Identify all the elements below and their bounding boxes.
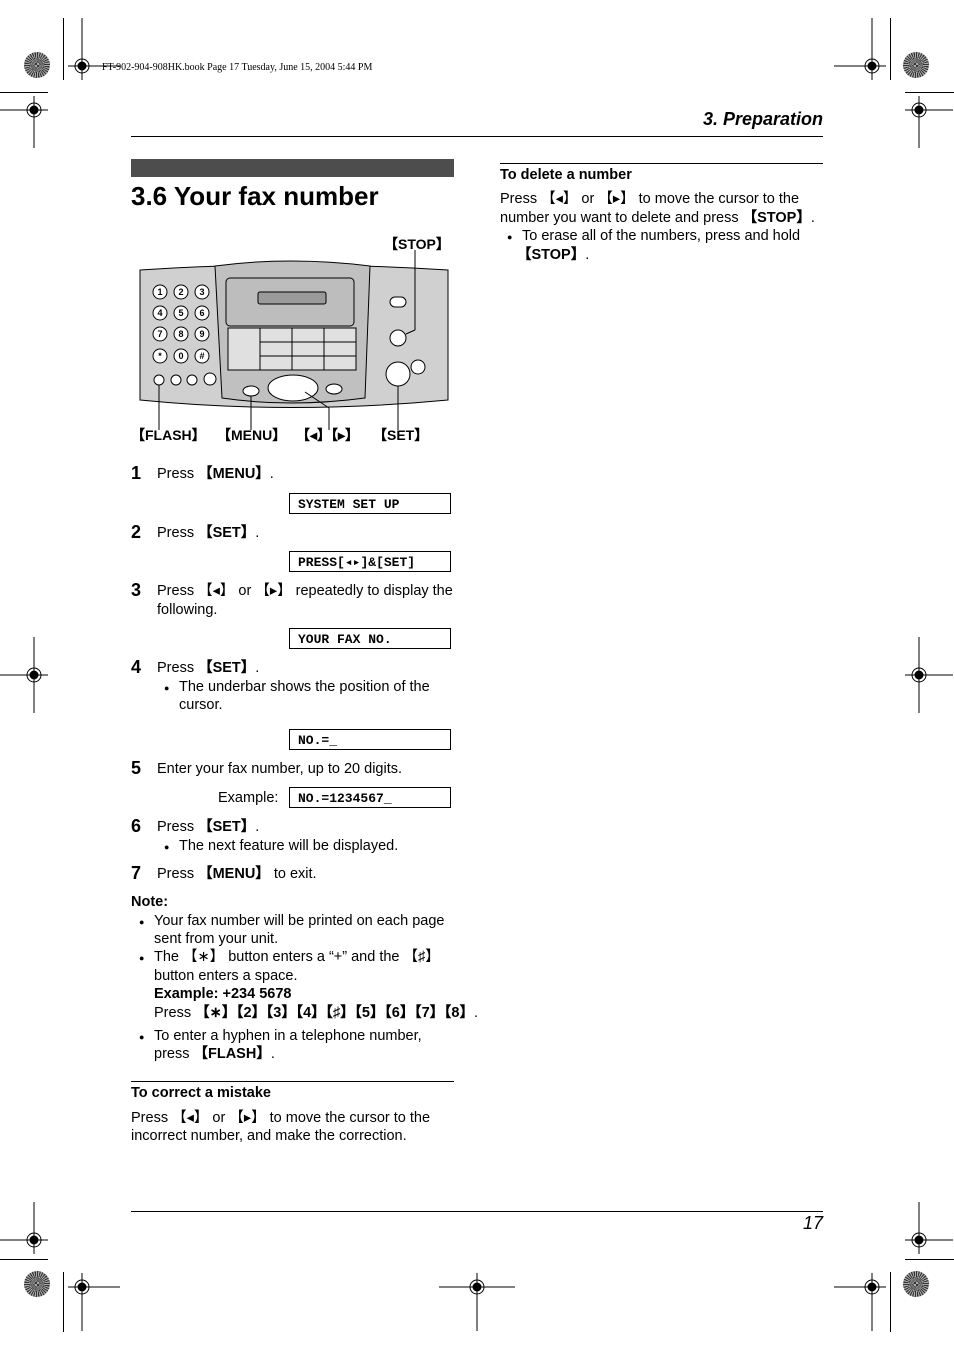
keypad-key: 4 — [157, 308, 162, 318]
display-readout: YOUR FAX NO. — [289, 628, 451, 649]
footer-rule — [131, 1211, 823, 1212]
note-heading: Note: — [131, 894, 169, 910]
title-bar — [131, 159, 454, 177]
keypad-key: 9 — [199, 329, 204, 339]
keypad-key: 7 — [157, 329, 162, 339]
book-info-line: FT-902-904-908HK.book Page 17 Tuesday, J… — [102, 62, 373, 73]
page-number: 17 — [802, 1213, 823, 1233]
flash-label: 【FLASH】 — [131, 427, 206, 443]
keypad-key: 5 — [178, 308, 183, 318]
section-heading: 3. Preparation — [702, 109, 823, 129]
header-rule — [131, 136, 823, 137]
keypad-key: 3 — [199, 287, 204, 297]
page-title: 3.6 Your fax number — [131, 181, 379, 211]
menu-label: 【MENU】 — [217, 427, 287, 443]
keypad-key: # — [199, 351, 204, 361]
set-label: 【SET】 — [373, 427, 429, 443]
display-readout: NO.=_ — [289, 729, 451, 750]
arrow-keys-label: 【◂】【▸】 — [296, 427, 360, 443]
display-readout: NO.=1234567_ — [289, 787, 451, 808]
control-panel-illustration: 1 2 3 4 5 6 7 8 9 * 0 # — [139, 250, 449, 430]
display-readout: PRESS[◂▸]&[SET] — [289, 551, 451, 572]
keypad-key: * — [158, 351, 162, 361]
keypad-key: 6 — [199, 308, 204, 318]
keypad-key: 0 — [178, 351, 183, 361]
keypad-key: 1 — [157, 287, 162, 297]
keypad-key: 2 — [178, 287, 183, 297]
keypad-key: 8 — [178, 329, 183, 339]
display-readout: SYSTEM SET UP — [289, 493, 451, 514]
